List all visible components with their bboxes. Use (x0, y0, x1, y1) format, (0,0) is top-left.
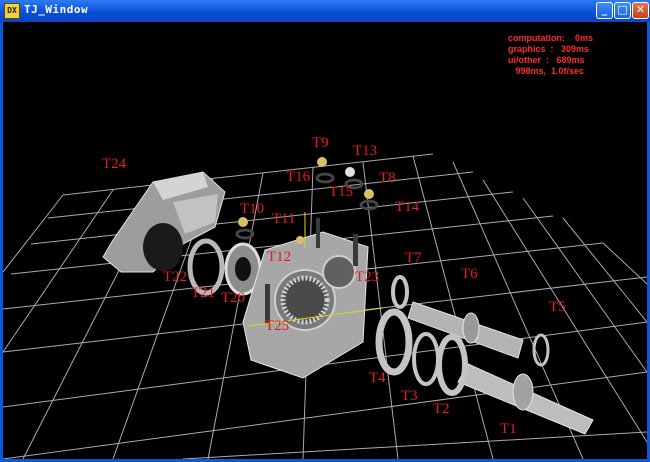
label-t7: T7 (405, 250, 422, 266)
label-t23: T23 (355, 269, 380, 285)
label-t8: T8 (379, 170, 396, 186)
label-t11: T11 (272, 211, 296, 227)
title-bar[interactable]: DX TJ_Window _ □ ✕ (0, 0, 650, 22)
label-t15: T15 (329, 184, 354, 200)
bearing-cover-part[interactable] (102, 171, 226, 273)
application-window: DX TJ_Window _ □ ✕ computation: 0ms grap… (0, 0, 650, 462)
stats-ui-other: ui/other : 689ms (507, 55, 585, 65)
label-t10: T10 (240, 201, 265, 217)
window-title: TJ_Window (24, 3, 89, 16)
scene-canvas (3, 153, 647, 459)
label-t12: T12 (267, 249, 292, 265)
performance-stats: computation: 0ms graphics : 309ms ui/other… (508, 33, 593, 77)
stats-graphics: graphics : 309ms (507, 44, 590, 54)
label-t5: T5 (549, 299, 566, 315)
label-t4: T4 (369, 370, 386, 386)
3d-viewport[interactable]: computation: 0ms graphics : 309ms ui/other… (3, 22, 647, 459)
label-t25: T25 (265, 318, 290, 334)
app-icon[interactable]: DX (4, 3, 20, 19)
label-t24: T24 (102, 156, 127, 172)
label-t21: T21 (191, 285, 216, 301)
label-t22: T22 (163, 269, 188, 285)
label-t1: T1 (500, 421, 517, 437)
label-t6: T6 (461, 266, 478, 282)
label-t14: T14 (395, 199, 420, 215)
stats-total: 998ms, 1.0f/sec (507, 66, 585, 76)
label-t16: T16 (286, 169, 311, 185)
minimize-button[interactable]: _ (596, 2, 613, 19)
stats-computation: computation: 0ms (507, 33, 593, 43)
close-button[interactable]: ✕ (632, 2, 649, 19)
label-t3: T3 (401, 388, 418, 404)
label-t2: T2 (433, 401, 450, 417)
maximize-button[interactable]: □ (614, 2, 631, 19)
label-t20: T20 (221, 290, 246, 306)
label-t13: T13 (353, 143, 378, 159)
label-t9: T9 (312, 135, 329, 151)
